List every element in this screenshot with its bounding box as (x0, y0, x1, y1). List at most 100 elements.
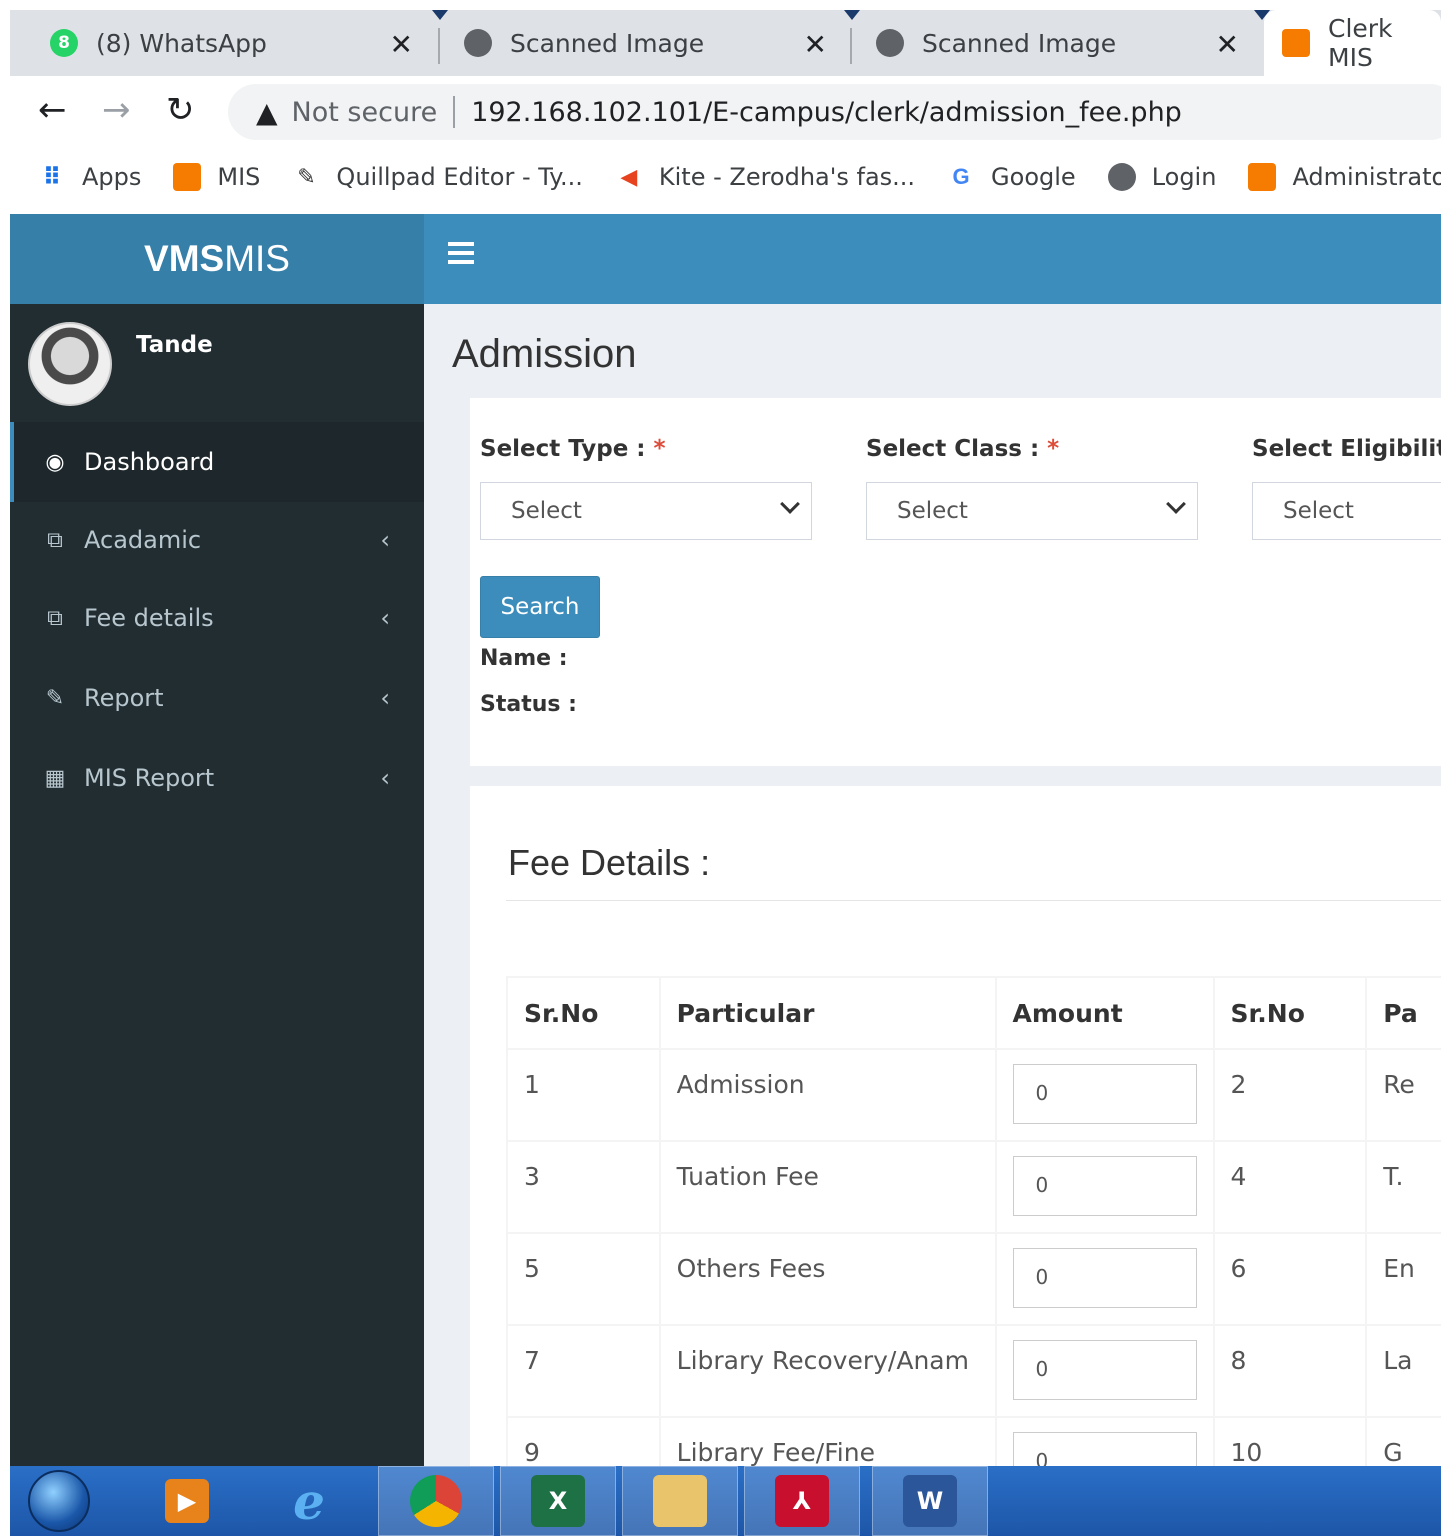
bookmark-administrator-mis[interactable]: Administrator MIS (1248, 163, 1441, 191)
amount-input[interactable]: 0 (1012, 1432, 1197, 1466)
select-type-dropdown[interactable]: Select (480, 482, 812, 540)
bookmark-label: Quillpad Editor - Ty... (336, 163, 583, 191)
tab-whatsapp[interactable]: 8 (8) WhatsApp ✕ (50, 10, 435, 76)
amount-input[interactable]: 0 (1012, 1248, 1197, 1308)
selected-value: Select (1283, 498, 1354, 524)
sidebar-item-label: Acadamic (84, 526, 202, 554)
bookmark-login[interactable]: Login (1107, 163, 1217, 191)
bookmark-label: Login (1151, 163, 1217, 191)
sidebar-item-label: MIS Report (84, 764, 215, 792)
particular-cell: La (1365, 1324, 1441, 1418)
taskbar-chrome[interactable] (378, 1466, 494, 1536)
sr-no-cell: 9 (506, 1416, 661, 1466)
chevron-down-icon (780, 494, 800, 514)
chevron-left-icon: ‹ (380, 526, 390, 554)
close-tab-icon[interactable]: ✕ (1216, 28, 1239, 61)
security-status: Not secure (291, 96, 438, 128)
taskbar-internet-explorer[interactable]: e (254, 1466, 364, 1536)
bookmark-label: Google (991, 163, 1076, 191)
amount-input[interactable]: 0 (1012, 1340, 1197, 1400)
apps-grid-icon: ⠿ (42, 163, 62, 191)
app-logo[interactable]: VMS MIS (10, 214, 424, 304)
url-text[interactable]: 192.168.102.101/E-campus/clerk/admission… (471, 97, 1182, 128)
sr-no-cell: 10 (1212, 1416, 1368, 1466)
avatar (28, 322, 112, 406)
taskbar-excel[interactable]: X (500, 1466, 616, 1536)
particular-cell: Others Fees (658, 1232, 997, 1326)
quill-icon: ✎ (297, 164, 316, 190)
sidebar-item-acadamic[interactable]: ⧉ Acadamic ‹ (10, 500, 424, 580)
back-arrow-icon[interactable]: ← (38, 90, 67, 130)
column-header: Sr.No (1212, 976, 1368, 1050)
taskbar-word[interactable]: W (872, 1466, 988, 1536)
fee-table: Sr.No Particular Amount Sr.No Pa 1 Admis… (506, 976, 1441, 1466)
amount-input[interactable]: 0 (1012, 1064, 1197, 1124)
copy-icon: ⧉ (47, 527, 63, 553)
tab-title: (8) WhatsApp (96, 28, 267, 58)
chevron-down-icon (1166, 494, 1186, 514)
select-class-dropdown[interactable]: Select (866, 482, 1198, 540)
xampp-icon (1248, 163, 1277, 191)
chevron-left-icon: ‹ (380, 684, 390, 712)
status-label: Status : (480, 692, 577, 717)
tab-scanned-image-2[interactable]: Scanned Image ✕ (876, 10, 1261, 76)
taskbar-acrobat[interactable]: ⅄ (744, 1466, 860, 1536)
particular-cell: Library Recovery/Anam (658, 1324, 997, 1418)
sidebar-toggle-icon[interactable] (448, 242, 474, 268)
sidebar-item-mis-report[interactable]: ▦ MIS Report ‹ (10, 738, 424, 818)
logo-bold-text: VMS (144, 238, 225, 279)
sidebar-item-fee-details[interactable]: ⧉ Fee details ‹ (10, 578, 424, 658)
tab-title: Scanned Image (510, 28, 705, 58)
bookmark-kite[interactable]: ◀ Kite - Zerodha's fas... (615, 163, 915, 191)
reload-icon[interactable]: ↻ (166, 90, 195, 130)
chevron-left-icon: ‹ (380, 604, 390, 632)
tab-clerk-mis[interactable]: Clerk MIS (1264, 10, 1441, 76)
taskbar-file-explorer[interactable] (622, 1466, 738, 1536)
table-icon: ▦ (44, 765, 66, 791)
bookmark-label: Administrator MIS (1292, 163, 1441, 191)
bookmark-mis[interactable]: MIS (173, 163, 260, 191)
excel-icon: X (531, 1475, 585, 1527)
bookmark-apps[interactable]: ⠿ Apps (38, 163, 142, 191)
page-title: Admission (452, 332, 637, 376)
globe-icon (464, 29, 492, 57)
particular-cell: Re (1365, 1048, 1441, 1142)
close-tab-icon[interactable]: ✕ (390, 28, 413, 61)
url-omnibox[interactable]: ▲ Not secure 192.168.102.101/E-campus/cl… (228, 84, 1441, 140)
select-class-label: Select Class : * (866, 436, 1060, 462)
amount-input[interactable]: 0 (1012, 1156, 1197, 1216)
close-tab-icon[interactable]: ✕ (804, 28, 827, 61)
search-button[interactable]: Search (480, 576, 600, 638)
start-orb-icon[interactable] (28, 1470, 90, 1532)
taskbar-media-player[interactable]: ▶ (132, 1466, 242, 1536)
amount-cell: 0 (994, 1416, 1215, 1466)
xampp-icon (1282, 29, 1310, 57)
omnibox-divider (453, 96, 456, 128)
particular-cell: Admission (658, 1048, 997, 1142)
bookmark-google[interactable]: G Google (947, 163, 1076, 191)
bookmark-quillpad[interactable]: ✎ Quillpad Editor - Ty... (292, 163, 583, 191)
select-eligibility-dropdown[interactable]: Select (1252, 482, 1441, 540)
tab-separator (438, 28, 440, 64)
amount-cell: 0 (994, 1324, 1215, 1418)
sr-no-cell: 4 (1212, 1140, 1368, 1234)
tab-scanned-image-1[interactable]: Scanned Image ✕ (464, 10, 849, 76)
particular-cell: En (1365, 1232, 1441, 1326)
sidebar-item-report[interactable]: ✎ Report ‹ (10, 658, 424, 738)
table-row: 3 Tuation Fee 0 4 T. (506, 1140, 1441, 1234)
sidebar-item-label: Report (84, 684, 164, 712)
forward-arrow-icon[interactable]: → (102, 90, 131, 130)
name-label: Name : (480, 646, 568, 671)
windows-taskbar: ▶ e X ⅄ W (10, 1466, 1441, 1536)
sidebar-item-dashboard[interactable]: ◉ Dashboard (10, 422, 424, 502)
bookmark-label: MIS (217, 163, 261, 191)
table-row: 1 Admission 0 2 Re (506, 1048, 1441, 1142)
tab-separator (850, 28, 852, 64)
column-header: Particular (658, 976, 997, 1050)
selected-value: Select (511, 498, 582, 524)
whatsapp-icon: 8 (50, 29, 78, 57)
sidebar-item-label: Dashboard (84, 448, 215, 476)
tab-group-marker (844, 10, 860, 20)
xampp-icon (173, 163, 202, 191)
sr-no-cell: 1 (506, 1048, 661, 1142)
